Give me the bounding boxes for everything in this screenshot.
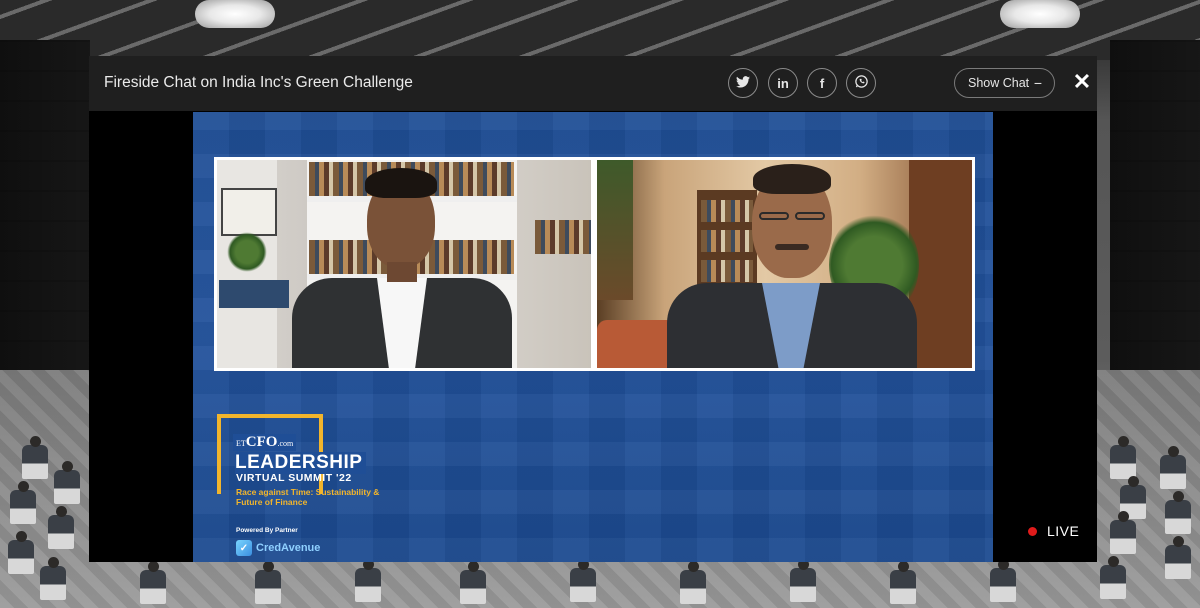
audience-seat: [1160, 446, 1186, 489]
et-logo-prefix: ET: [236, 439, 246, 448]
audience-seat: [8, 531, 34, 574]
audience-seat: [355, 559, 381, 602]
live-label: LIVE: [1047, 523, 1080, 539]
linkedin-share-button[interactable]: in: [768, 68, 798, 98]
show-chat-button[interactable]: Show Chat −: [954, 68, 1055, 98]
audience-seat: [255, 561, 281, 604]
linkedin-icon: in: [777, 75, 789, 91]
glasses: [759, 212, 789, 220]
logo-suffix: .com: [277, 439, 294, 448]
event-title: LEADERSHIP: [235, 452, 367, 474]
partner-logo: ✓ CredAvenue: [236, 539, 320, 557]
audience-seat: [54, 461, 80, 504]
book-row: [535, 220, 591, 254]
right-wall: [1110, 40, 1200, 370]
books-stack: [219, 280, 289, 308]
speaker-feed-right: [594, 157, 975, 371]
audience-seat: [680, 561, 706, 604]
twitter-icon: [736, 75, 750, 91]
live-badge: LIVE: [1028, 523, 1079, 539]
audience-seat: [1165, 491, 1191, 534]
hair: [753, 164, 831, 194]
stream-player-window: Fireside Chat on India Inc's Green Chall…: [89, 56, 1097, 562]
potted-plant: [227, 232, 267, 272]
hair: [365, 168, 437, 198]
audience-seat: [1110, 511, 1136, 554]
ceiling-lamp: [195, 0, 275, 28]
speaker-left: [287, 160, 517, 368]
et-cfo-logo: ETCFO.com: [233, 434, 297, 451]
facebook-icon: f: [819, 75, 825, 91]
event-subtitle: VIRTUAL SUMMIT '22: [236, 472, 352, 484]
partner-name: CredAvenue: [256, 542, 321, 554]
wall-frame: [221, 188, 277, 236]
audience-seat: [990, 559, 1016, 602]
ceiling-lamp: [1000, 0, 1080, 28]
neck: [387, 262, 417, 282]
audience-seat: [48, 506, 74, 549]
audience-seat: [1110, 436, 1136, 479]
facebook-share-button[interactable]: f: [807, 68, 837, 98]
close-icon: ✕: [1072, 69, 1092, 94]
whatsapp-share-button[interactable]: [846, 68, 876, 98]
credavenue-mark-icon: ✓: [236, 540, 252, 556]
event-tagline: Race against Time: Sustainability & Futu…: [236, 487, 380, 507]
audience-seat: [460, 561, 486, 604]
whatsapp-icon: [854, 74, 869, 92]
audience-seat: [10, 481, 36, 524]
close-button[interactable]: ✕: [1071, 70, 1093, 94]
twitter-share-button[interactable]: [728, 68, 758, 98]
glasses: [795, 212, 825, 220]
powered-by-label: Powered By Partner: [236, 527, 298, 534]
audience-seat: [1100, 556, 1126, 599]
audience-seat: [570, 559, 596, 602]
audience-seat: [790, 559, 816, 602]
speaker-feed-left: [214, 157, 594, 371]
audience-seat: [40, 557, 66, 600]
audience-seat: [140, 561, 166, 604]
show-chat-label: Show Chat: [968, 76, 1030, 90]
audience-seat: [1165, 536, 1191, 579]
moustache: [775, 244, 809, 250]
speaker-right: [667, 160, 917, 368]
session-title: Fireside Chat on India Inc's Green Chall…: [104, 74, 413, 91]
player-title-bar: Fireside Chat on India Inc's Green Chall…: [89, 56, 1097, 111]
collapse-icon: −: [1033, 75, 1042, 91]
audience-seat: [22, 436, 48, 479]
cfo-logo-text: CFO: [245, 434, 278, 450]
wall-painting: [597, 160, 633, 300]
live-video-stream[interactable]: ETCFO.com LEADERSHIP VIRTUAL SUMMIT '22 …: [193, 112, 993, 562]
live-dot-icon: [1028, 526, 1037, 536]
left-wall: [0, 40, 90, 370]
audience-seat: [890, 561, 916, 604]
